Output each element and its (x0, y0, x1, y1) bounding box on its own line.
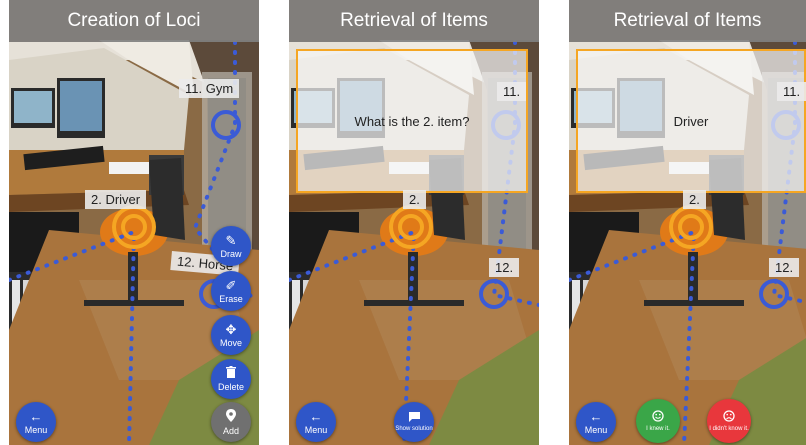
back-arrow-icon: ← (29, 408, 43, 424)
locus-label-gym: 11. (497, 82, 527, 101)
trash-icon (226, 366, 236, 381)
question-card: What is the 2. item? (296, 49, 528, 193)
erase-button[interactable]: ✐ Erase (211, 271, 251, 311)
screen-title: Retrieval of Items (569, 0, 806, 42)
screen-title: Retrieval of Items (289, 0, 539, 42)
didnt-know-it-button[interactable]: I didn't know it. (707, 399, 751, 443)
answer-card: Driver (576, 49, 806, 193)
eraser-icon: ✐ (225, 277, 237, 293)
locus-label-gym: 11. (777, 82, 806, 101)
pencil-icon: ✎ (225, 232, 237, 248)
locus-label-gym: 11. Gym (179, 79, 240, 98)
delete-button[interactable]: Delete (211, 359, 251, 399)
move-arrows-icon: ✥ (225, 321, 237, 337)
locus-label-horse: 12. (489, 258, 520, 277)
panel-retrieval-question: Retrieval of Items What is the 2. item? … (289, 0, 539, 445)
frown-icon (723, 409, 735, 425)
location-pin-icon (226, 408, 236, 425)
back-arrow-icon: ← (309, 408, 323, 424)
menu-button[interactable]: ← Menu (576, 402, 616, 442)
panel-creation-of-loci: Creation of Loci 11. Gym 2. Driver 12. H… (9, 0, 259, 445)
smile-icon (652, 409, 664, 425)
locus-label-driver: 2. (403, 190, 426, 209)
add-button[interactable]: Add (211, 402, 251, 442)
screen-title: Creation of Loci (9, 0, 259, 42)
draw-button[interactable]: ✎ Draw (211, 226, 251, 266)
back-arrow-icon: ← (589, 408, 603, 424)
move-button[interactable]: ✥ Move (211, 315, 251, 355)
locus-label-driver: 2. Driver (85, 190, 147, 209)
show-solution-button[interactable]: Show solution (394, 402, 434, 442)
locus-label-horse: 12. (769, 258, 800, 277)
panel-retrieval-answer: Retrieval of Items Driver 11. 2. 12. ← M… (569, 0, 806, 445)
menu-button[interactable]: ← Menu (296, 402, 336, 442)
locus-label-driver: 2. (683, 190, 706, 209)
menu-button[interactable]: ← Menu (16, 402, 56, 442)
chat-icon (408, 411, 420, 425)
knew-it-button[interactable]: I knew it. (636, 399, 680, 443)
